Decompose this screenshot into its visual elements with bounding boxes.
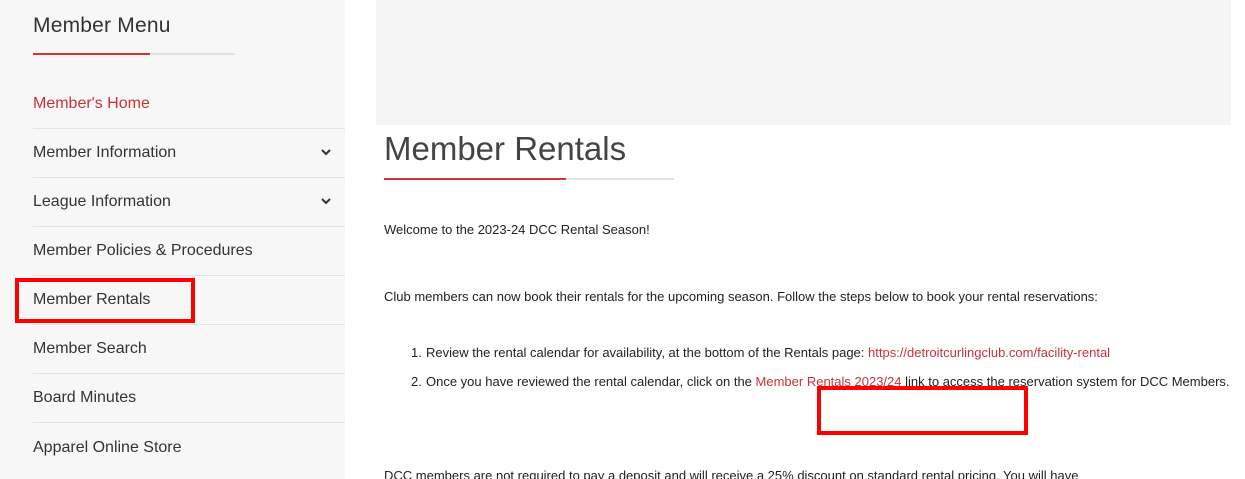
main-content: Member Rentals Welcome to the 2023-24 DC… — [384, 125, 1245, 479]
step-2: 2. Once you have reviewed the rental cal… — [411, 371, 1245, 392]
member-menu: Member's Home Member Information League … — [33, 80, 345, 472]
member-rentals-link[interactable]: Member Rentals 2023/24 — [756, 374, 902, 389]
intro-paragraph: Club members can now book their rentals … — [384, 289, 1098, 304]
menu-item-label: Member Search — [33, 340, 147, 357]
step-number: 1. — [411, 345, 422, 360]
menu-item-label: Member Information — [33, 144, 177, 161]
sidebar-title: Member Menu — [33, 14, 171, 37]
page-title-underline — [384, 178, 674, 180]
menu-item-label: Member Policies & Procedures — [33, 242, 253, 259]
discount-paragraph: DCC members are not required to pay a de… — [384, 468, 1079, 479]
page: Member Menu Member's Home Member Informa… — [0, 0, 1245, 479]
step-2-text-before: Once you have reviewed the rental calend… — [426, 374, 756, 389]
menu-item-board-minutes[interactable]: Board Minutes — [33, 374, 345, 423]
menu-item-member-rentals[interactable]: Member Rentals — [33, 276, 345, 325]
step-text: Once you have reviewed the rental calend… — [426, 371, 1245, 392]
menu-item-label: Member Rentals — [33, 291, 151, 308]
step-1-text: Review the rental calendar for availabil… — [426, 345, 869, 360]
header-banner — [376, 0, 1231, 125]
menu-item-label: League Information — [33, 193, 171, 210]
step-1: 1. Review the rental calendar for availa… — [411, 342, 1245, 363]
steps-list: 1. Review the rental calendar for availa… — [411, 342, 1245, 400]
menu-item-label: Apparel Online Store — [33, 438, 182, 456]
chevron-down-icon[interactable] — [321, 147, 331, 157]
step-text: Review the rental calendar for availabil… — [426, 342, 1245, 363]
menu-item-member-information[interactable]: Member Information — [33, 129, 345, 178]
chevron-down-icon[interactable] — [321, 196, 331, 206]
menu-item-league-information[interactable]: League Information — [33, 178, 345, 227]
step-2-text-after: link to access the reservation system fo… — [901, 374, 1230, 389]
step-number: 2. — [411, 374, 422, 389]
sidebar-title-underline — [33, 53, 235, 55]
menu-item-apparel-store[interactable]: Apparel Online Store — [33, 423, 345, 472]
facility-rental-link[interactable]: https://detroitcurlingclub.com/facility-… — [868, 345, 1110, 360]
welcome-text: Welcome to the 2023-24 DCC Rental Season… — [384, 222, 650, 237]
menu-item-label: Board Minutes — [33, 389, 137, 406]
page-title: Member Rentals — [384, 130, 627, 167]
menu-item-member-policies[interactable]: Member Policies & Procedures — [33, 227, 345, 276]
member-sidebar: Member Menu Member's Home Member Informa… — [0, 0, 345, 479]
menu-item-members-home[interactable]: Member's Home — [33, 80, 345, 129]
menu-item-label: Member's Home — [33, 95, 150, 112]
menu-item-member-search[interactable]: Member Search — [33, 325, 345, 374]
